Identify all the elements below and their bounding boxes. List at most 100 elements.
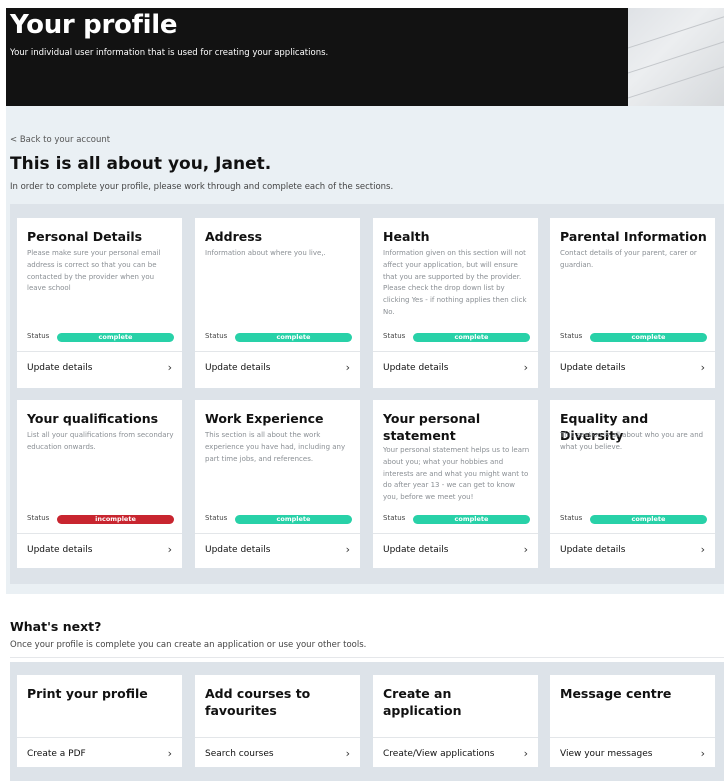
section-card-address: Address Information about where you live… xyxy=(195,218,360,388)
view-messages-label: View your messages xyxy=(560,749,653,759)
update-details-link[interactable]: Update details › xyxy=(560,361,705,377)
status-badge: complete xyxy=(235,333,352,342)
create-pdf-label: Create a PDF xyxy=(27,749,86,759)
divider xyxy=(17,533,182,534)
divider xyxy=(373,533,538,534)
welcome-title: This is all about you, Janet. xyxy=(10,154,272,174)
section-description: This section is all about who you are an… xyxy=(560,431,704,451)
update-details-link[interactable]: Update details › xyxy=(560,543,705,559)
section-description: Please make sure your personal email add… xyxy=(27,249,161,293)
chevron-right-icon: › xyxy=(523,543,528,556)
chevron-right-icon: › xyxy=(167,361,172,374)
chevron-right-icon: › xyxy=(700,747,705,760)
update-details-label: Update details xyxy=(27,545,93,555)
search-courses-link[interactable]: Search courses › xyxy=(205,747,350,763)
section-status: Status complete xyxy=(27,331,174,343)
status-badge: complete xyxy=(235,515,352,524)
update-details-label: Update details xyxy=(560,545,626,555)
chevron-right-icon: › xyxy=(700,543,705,556)
section-card-personal-details: Personal Details Please make sure your p… xyxy=(17,218,182,388)
search-courses-label: Search courses xyxy=(205,749,274,759)
chevron-right-icon: › xyxy=(167,543,172,556)
section-title: Your personal statement xyxy=(383,411,481,443)
page-subtitle: Your individual user information that is… xyxy=(10,48,329,58)
status-badge: complete xyxy=(57,333,174,342)
divider xyxy=(195,533,360,534)
update-details-link[interactable]: Update details › xyxy=(383,543,528,559)
view-messages-link[interactable]: View your messages › xyxy=(560,747,705,763)
section-card-personal-statement: Your personal statement Your personal st… xyxy=(373,400,538,568)
update-details-label: Update details xyxy=(205,545,271,555)
divider xyxy=(195,351,360,352)
view-applications-label: Create/View applications xyxy=(383,749,495,759)
section-description: Information about where you live,. xyxy=(205,249,326,257)
update-details-link[interactable]: Update details › xyxy=(383,361,528,377)
section-title: Your qualifications xyxy=(27,411,159,426)
section-description: Information given on this section will n… xyxy=(383,249,527,316)
section-status: Status complete xyxy=(205,331,352,343)
section-card-equality-diversity: Equality and Diversity This section is a… xyxy=(550,400,715,568)
section-status: Status incomplete xyxy=(27,513,174,525)
status-label: Status xyxy=(27,514,50,522)
chevron-right-icon: › xyxy=(523,747,528,760)
tool-title: Message centre xyxy=(560,686,672,701)
chevron-right-icon: › xyxy=(345,543,350,556)
update-details-link[interactable]: Update details › xyxy=(27,543,172,559)
status-badge: complete xyxy=(590,515,707,524)
section-status: Status complete xyxy=(560,331,707,343)
tool-title: Create an application xyxy=(383,686,462,718)
status-badge: complete xyxy=(590,333,707,342)
status-badge: complete xyxy=(413,333,530,342)
divider xyxy=(550,351,715,352)
status-badge: incomplete xyxy=(57,515,174,524)
update-details-link[interactable]: Update details › xyxy=(27,361,172,377)
divider xyxy=(373,351,538,352)
header-image xyxy=(628,8,724,106)
tool-card-favourites: Add courses to favourites Search courses… xyxy=(195,675,360,767)
status-label: Status xyxy=(205,332,228,340)
update-details-link[interactable]: Update details › xyxy=(205,361,350,377)
section-card-parental-information: Parental Information Contact details of … xyxy=(550,218,715,388)
divider xyxy=(17,737,182,738)
chevron-right-icon: › xyxy=(167,747,172,760)
divider xyxy=(10,657,724,658)
section-status: Status complete xyxy=(560,513,707,525)
page-title: Your profile xyxy=(10,10,178,40)
create-pdf-link[interactable]: Create a PDF › xyxy=(27,747,172,763)
section-title: Address xyxy=(205,229,263,244)
tool-card-print-profile: Print your profile Create a PDF › xyxy=(17,675,182,767)
whats-next-subtitle: Once your profile is complete you can cr… xyxy=(10,640,367,650)
status-label: Status xyxy=(383,332,406,340)
update-details-link[interactable]: Update details › xyxy=(205,543,350,559)
section-description: List all your qualifications from second… xyxy=(27,431,174,451)
section-card-qualifications: Your qualifications List all your qualif… xyxy=(17,400,182,568)
tool-card-message-centre: Message centre View your messages › xyxy=(550,675,715,767)
section-card-health: Health Information given on this section… xyxy=(373,218,538,388)
section-status: Status complete xyxy=(205,513,352,525)
status-label: Status xyxy=(560,514,583,522)
welcome-subtitle: In order to complete your profile, pleas… xyxy=(10,182,394,192)
status-label: Status xyxy=(205,514,228,522)
update-details-label: Update details xyxy=(383,545,449,555)
section-title: Health xyxy=(383,229,430,244)
section-title: Personal Details xyxy=(27,229,143,244)
tool-title: Print your profile xyxy=(27,686,148,701)
update-details-label: Update details xyxy=(205,363,271,373)
update-details-label: Update details xyxy=(27,363,93,373)
section-card-work-experience: Work Experience This section is all abou… xyxy=(195,400,360,568)
update-details-label: Update details xyxy=(383,363,449,373)
view-applications-link[interactable]: Create/View applications › xyxy=(383,747,528,763)
section-title: Work Experience xyxy=(205,411,324,426)
divider xyxy=(373,737,538,738)
update-details-label: Update details xyxy=(560,363,626,373)
section-status: Status complete xyxy=(383,331,530,343)
tool-title: Add courses to favourites xyxy=(205,686,311,718)
status-badge: complete xyxy=(413,515,530,524)
divider xyxy=(17,351,182,352)
chevron-right-icon: › xyxy=(700,361,705,374)
section-title: Parental Information xyxy=(560,229,707,244)
status-label: Status xyxy=(560,332,583,340)
divider xyxy=(550,533,715,534)
status-label: Status xyxy=(383,514,406,522)
back-to-account-link[interactable]: < Back to your account xyxy=(10,135,110,145)
